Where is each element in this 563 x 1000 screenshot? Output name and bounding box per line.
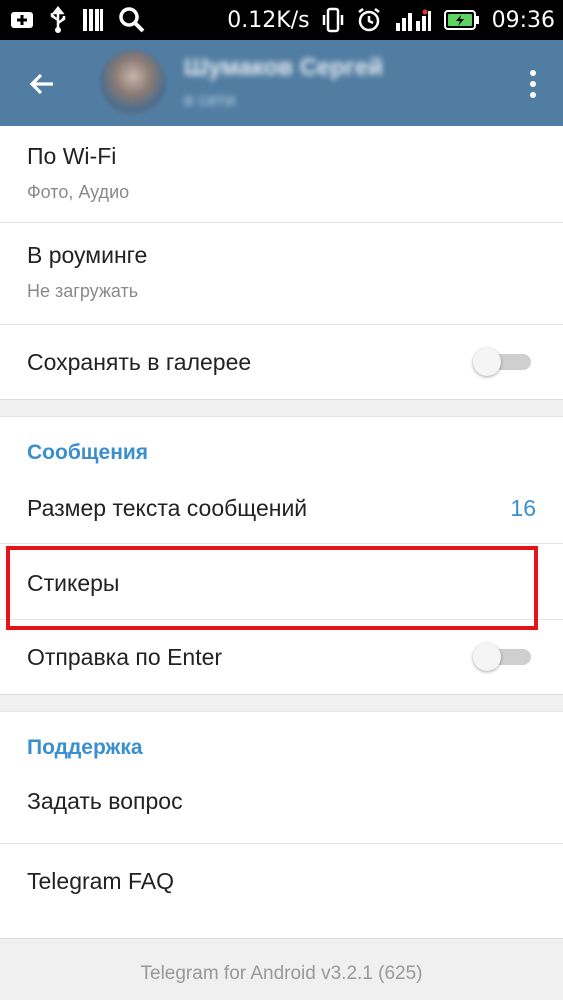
setting-title: Отправка по Enter — [27, 644, 223, 670]
send-by-enter-toggle[interactable] — [473, 643, 531, 671]
arrow-left-icon — [29, 73, 53, 95]
setting-title: Сохранять в галерее — [27, 349, 252, 375]
highlight-frame — [6, 546, 538, 630]
version-text: Telegram for Android v3.2.1 (625) — [140, 963, 423, 984]
usb-icon — [48, 6, 68, 34]
app-bar: Шумаков Сергей в сети — [0, 40, 563, 126]
setting-roaming-download[interactable]: В роуминге Не загружать — [0, 223, 563, 325]
avatar[interactable] — [100, 50, 166, 116]
section-divider — [0, 694, 563, 712]
chat-status: в сети — [184, 90, 236, 110]
signal-bars-icon — [82, 7, 104, 33]
setting-title: Задать вопрос — [27, 788, 183, 814]
section-title: Сообщения — [27, 441, 149, 464]
section-header-support: Поддержка — [0, 712, 563, 768]
chat-title: Шумаков Сергей — [184, 54, 384, 81]
setting-message-text-size[interactable]: Размер текста сообщений 16 — [0, 473, 563, 544]
setting-title: Telegram FAQ — [27, 868, 174, 894]
section-divider — [0, 399, 563, 417]
setting-subtitle: Фото, Аудио — [27, 182, 130, 202]
setting-ask-question[interactable]: Задать вопрос — [0, 768, 563, 844]
text-size-value: 16 — [510, 495, 536, 521]
setting-title: Размер текста сообщений — [27, 495, 308, 521]
setting-telegram-faq[interactable]: Telegram FAQ — [0, 844, 563, 920]
section-header-messages: Сообщения — [0, 417, 563, 473]
more-vert-icon — [530, 70, 536, 76]
vibrate-icon — [322, 7, 344, 33]
version-footer: Telegram for Android v3.2.1 (625) — [0, 938, 563, 1000]
alarm-icon — [356, 7, 382, 33]
setting-save-to-gallery[interactable]: Сохранять в галерее — [0, 325, 563, 399]
add-icon — [10, 8, 34, 32]
back-button[interactable] — [20, 62, 64, 106]
more-options-button[interactable] — [523, 64, 543, 104]
section-title: Поддержка — [27, 736, 143, 759]
setting-wifi-download[interactable]: По Wi-Fi Фото, Аудио — [0, 126, 563, 223]
search-icon — [118, 6, 146, 34]
battery-icon — [443, 9, 480, 31]
save-to-gallery-toggle[interactable] — [473, 348, 531, 376]
mobile-signal-icon — [394, 7, 432, 33]
setting-title: По Wi-Fi — [27, 143, 117, 169]
setting-send-by-enter[interactable]: Отправка по Enter — [0, 620, 563, 694]
status-bar: 0.12K/s 09:36 — [0, 0, 563, 40]
settings-list: По Wi-Fi Фото, Аудио В роуминге Не загру… — [0, 126, 563, 920]
clock: 09:36 — [491, 7, 555, 33]
network-speed: 0.12K/s — [227, 7, 310, 33]
setting-subtitle: Не загружать — [27, 281, 139, 301]
setting-title: В роуминге — [27, 242, 148, 268]
